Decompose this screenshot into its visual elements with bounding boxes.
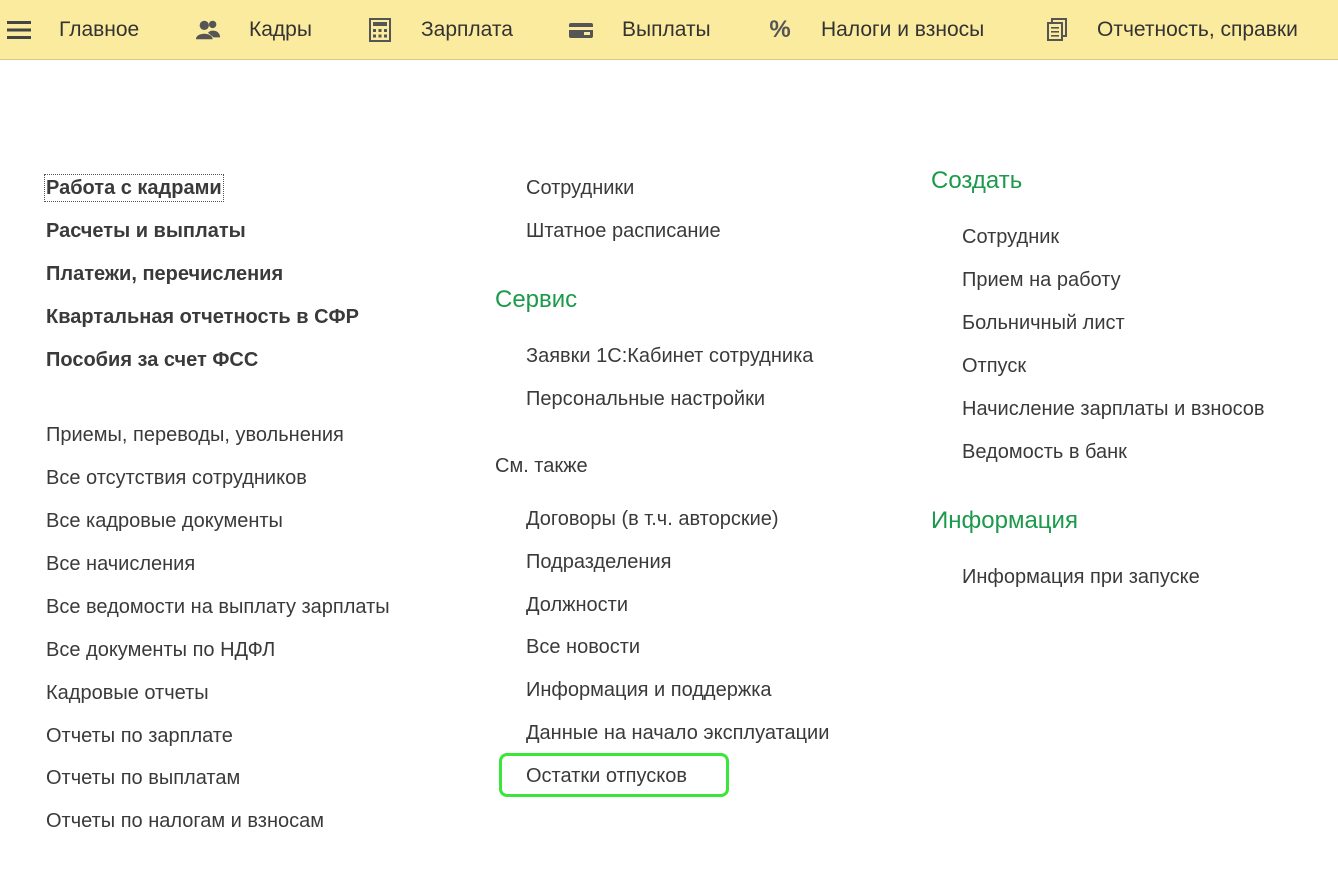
- link-all-accruals[interactable]: Все начисления: [46, 552, 195, 576]
- link-create-hiring[interactable]: Прием на работу: [962, 268, 1121, 292]
- link-create-sick-leave[interactable]: Больничный лист: [962, 311, 1125, 335]
- link-payout-reports[interactable]: Отчеты по выплатам: [46, 766, 240, 790]
- link-calculations-payments[interactable]: Расчеты и выплаты: [46, 219, 246, 243]
- link-all-payroll-statements[interactable]: Все ведомости на выплату зарплаты: [46, 595, 390, 619]
- link-create-bank-statement[interactable]: Ведомость в банк: [962, 440, 1127, 464]
- link-departments[interactable]: Подразделения: [526, 550, 671, 574]
- documents-icon: [1044, 17, 1070, 43]
- calculator-icon: [367, 17, 393, 43]
- menu-salary-label: Зарплата: [421, 18, 513, 41]
- section-title-create: Создать: [931, 167, 1023, 194]
- link-employees[interactable]: Сотрудники: [526, 176, 634, 200]
- menu-taxes[interactable]: % Налоги и взносы: [762, 0, 1012, 60]
- link-salary-reports[interactable]: Отчеты по зарплате: [46, 724, 233, 748]
- link-startup-info[interactable]: Информация при запуске: [962, 565, 1200, 589]
- link-employee-cabinet-requests[interactable]: Заявки 1С:Кабинет сотрудника: [526, 344, 813, 368]
- main-menu-bar: Главное Кадры Зарплата Выплаты % Налоги …: [0, 0, 1338, 60]
- menu-salary[interactable]: Зарплата: [362, 0, 532, 60]
- menu-main[interactable]: Главное: [0, 0, 160, 60]
- link-create-vacation[interactable]: Отпуск: [962, 354, 1026, 378]
- link-personal-settings[interactable]: Персональные настройки: [526, 387, 765, 411]
- link-create-payroll[interactable]: Начисление зарплаты и взносов: [962, 397, 1265, 421]
- link-initial-data[interactable]: Данные на начало эксплуатации: [526, 721, 829, 745]
- link-staffing-table[interactable]: Штатное расписание: [526, 219, 721, 243]
- link-quarterly-reports-sfr[interactable]: Квартальная отчетность в СФР: [46, 305, 359, 329]
- menu-personnel[interactable]: Кадры: [190, 0, 330, 60]
- section-title-information: Информация: [931, 507, 1078, 534]
- link-info-support[interactable]: Информация и поддержка: [526, 678, 772, 702]
- menu-reports[interactable]: Отчетность, справки: [1040, 0, 1338, 60]
- link-create-employee[interactable]: Сотрудник: [962, 225, 1059, 249]
- menu-payments-label: Выплаты: [622, 18, 711, 41]
- highlight-box: [499, 753, 729, 797]
- menu-reports-label: Отчетность, справки: [1097, 18, 1298, 41]
- link-tax-reports[interactable]: Отчеты по налогам и взносам: [46, 809, 324, 833]
- percent-icon: %: [769, 16, 791, 43]
- link-positions[interactable]: Должности: [526, 593, 628, 617]
- link-all-ndfl-documents[interactable]: Все документы по НДФЛ: [46, 638, 275, 662]
- menu-main-label: Главное: [59, 18, 140, 41]
- menu-personnel-label: Кадры: [249, 18, 312, 41]
- link-all-news[interactable]: Все новости: [526, 635, 640, 659]
- menu-payments[interactable]: Выплаты: [563, 0, 733, 60]
- link-all-hr-documents[interactable]: Все кадровые документы: [46, 509, 283, 533]
- wallet-icon: [568, 17, 594, 43]
- link-hirings-transfers[interactable]: Приемы, переводы, увольнения: [46, 423, 344, 447]
- hamburger-icon: [6, 17, 32, 43]
- people-icon: [195, 17, 221, 43]
- section-title-service: Сервис: [495, 286, 578, 313]
- link-contracts[interactable]: Договоры (в т.ч. авторские): [526, 507, 779, 531]
- link-all-absences[interactable]: Все отсутствия сотрудников: [46, 466, 307, 490]
- link-hr-reports[interactable]: Кадровые отчеты: [46, 681, 209, 705]
- link-payments-transfers[interactable]: Платежи, перечисления: [46, 262, 283, 286]
- link-fss-benefits[interactable]: Пособия за счет ФСС: [46, 348, 258, 372]
- menu-taxes-label: Налоги и взносы: [821, 18, 985, 41]
- section-title-see-also: См. также: [495, 455, 588, 477]
- link-hr-work[interactable]: Работа с кадрами: [44, 174, 224, 202]
